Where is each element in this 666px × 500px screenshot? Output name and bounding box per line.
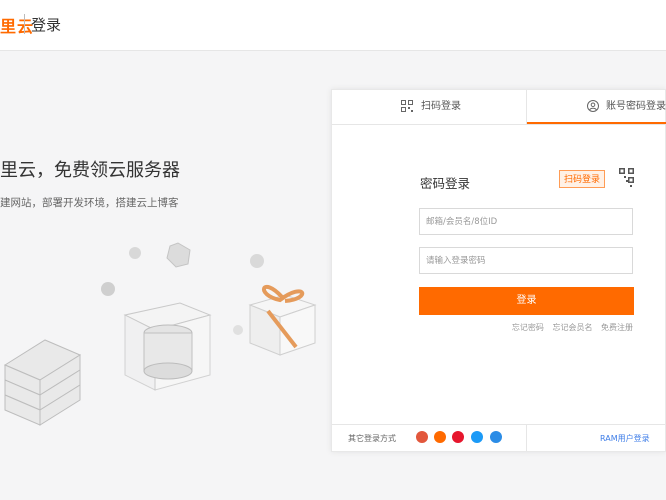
qr-corner-icon[interactable]: [610, 166, 636, 192]
card-footer: 其它登录方式 RAM用户登录: [332, 424, 665, 451]
user-icon: [587, 100, 599, 112]
promo-title: 里云，免费领云服务器: [0, 160, 180, 181]
form-title: 密码登录: [420, 176, 471, 191]
other-login-label: 其它登录方式: [348, 434, 396, 443]
tab-label: 账号密码登录: [606, 101, 666, 112]
login-tabs: 扫码登录 账号密码登录: [332, 90, 666, 125]
brand-logo[interactable]: 里云: [0, 13, 34, 37]
dingtalk-icon[interactable]: [490, 431, 502, 443]
login-button[interactable]: 登录: [419, 287, 634, 315]
page-title: 登录: [31, 16, 62, 34]
username-input[interactable]: [419, 208, 633, 235]
logo-divider: [24, 14, 25, 34]
login-card: 扫码登录 账号密码登录 密码登录 扫码登录 登录 忘记密码 忘记会员名: [331, 89, 666, 452]
qr-code-icon: [401, 100, 413, 112]
taobao-icon[interactable]: [434, 431, 446, 443]
tab-label: 扫码登录: [421, 101, 461, 112]
forgot-password-link[interactable]: 忘记密码: [512, 323, 544, 332]
weibo-icon[interactable]: [416, 431, 428, 443]
tab-password-login[interactable]: 账号密码登录: [527, 90, 666, 124]
ram-user-login-link[interactable]: RAM用户登录: [600, 433, 650, 444]
forgot-username-link[interactable]: 忘记会员名: [552, 323, 592, 332]
tab-qr-login[interactable]: 扫码登录: [332, 90, 526, 124]
promo-illustration: [3, 242, 317, 426]
weibo-red-icon[interactable]: [452, 431, 464, 443]
register-link[interactable]: 免费注册: [601, 323, 633, 332]
password-input[interactable]: [419, 247, 633, 274]
qr-login-badge[interactable]: 扫码登录: [559, 170, 605, 188]
alipay-icon[interactable]: [471, 431, 483, 443]
footer-divider: [526, 425, 527, 451]
promo-subtitle: 建网站，部署开发环境，搭建云上博客: [0, 197, 179, 209]
top-header: 里云 登录: [0, 0, 666, 51]
help-links: 忘记密码 忘记会员名 免费注册: [506, 322, 633, 333]
